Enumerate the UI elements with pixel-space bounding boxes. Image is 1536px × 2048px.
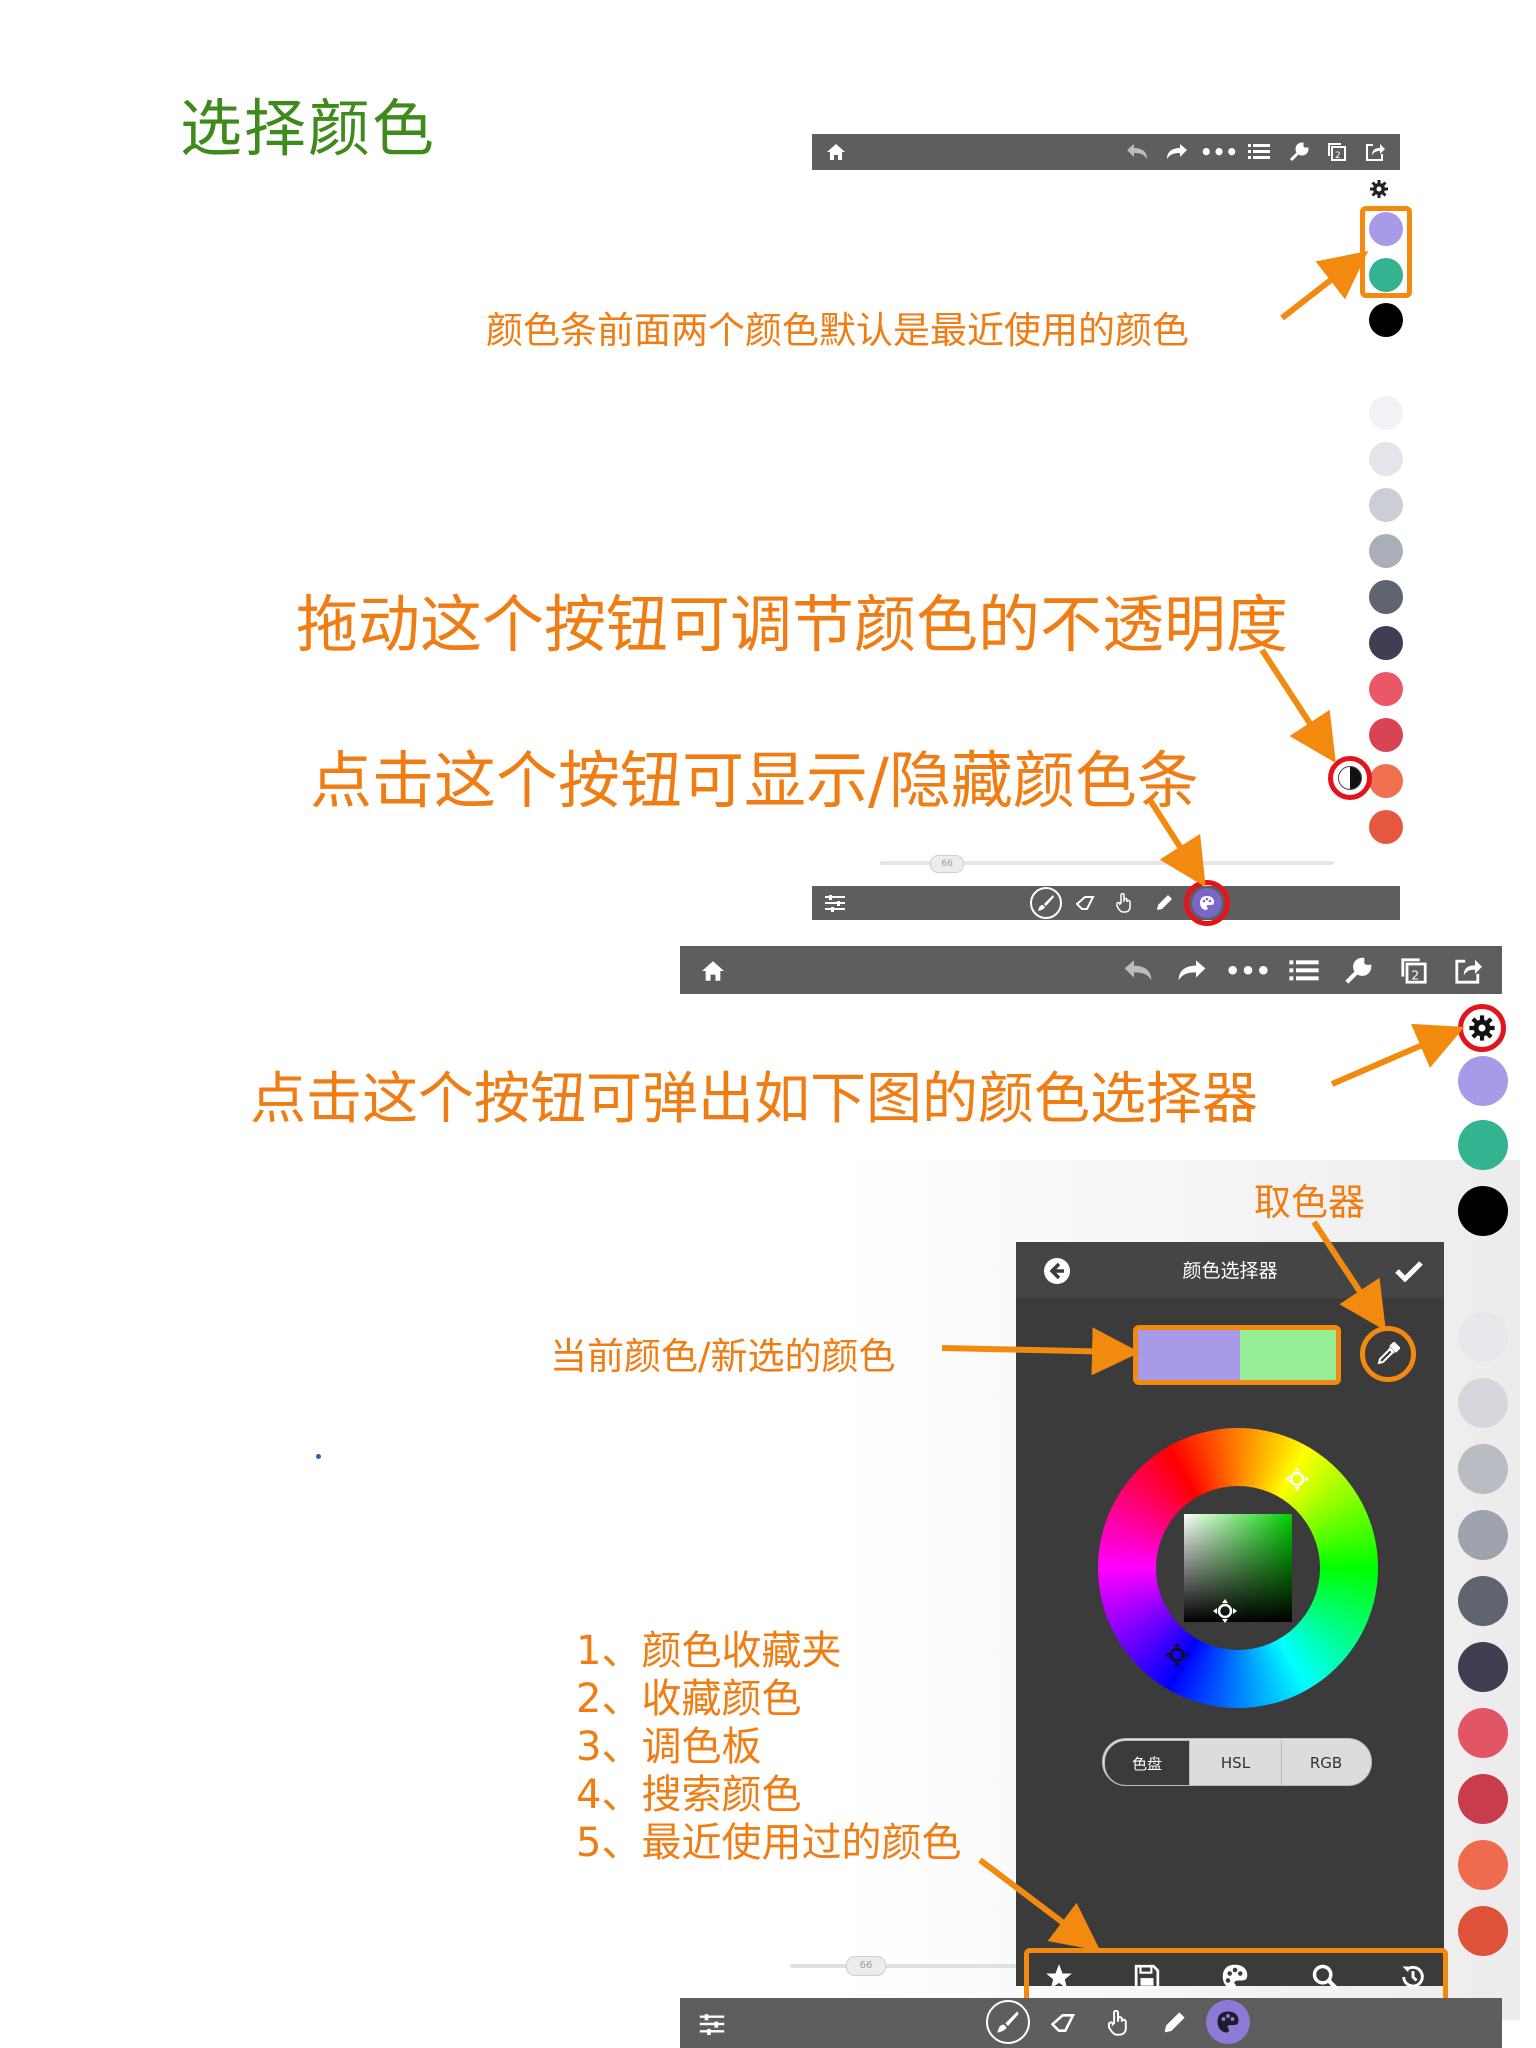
arrow-opacity [1259, 648, 1336, 764]
arrow-current-new [941, 1327, 1140, 1376]
arrow-eyedropper [1311, 1220, 1386, 1332]
arrow-bottom-bar [978, 1857, 1101, 1951]
arrow-open-picker [1330, 1023, 1465, 1087]
annotation-arrows [941, 250, 1465, 1951]
arrow-toggle-bar [1147, 798, 1206, 888]
arrow-recent-colors [1280, 250, 1369, 321]
